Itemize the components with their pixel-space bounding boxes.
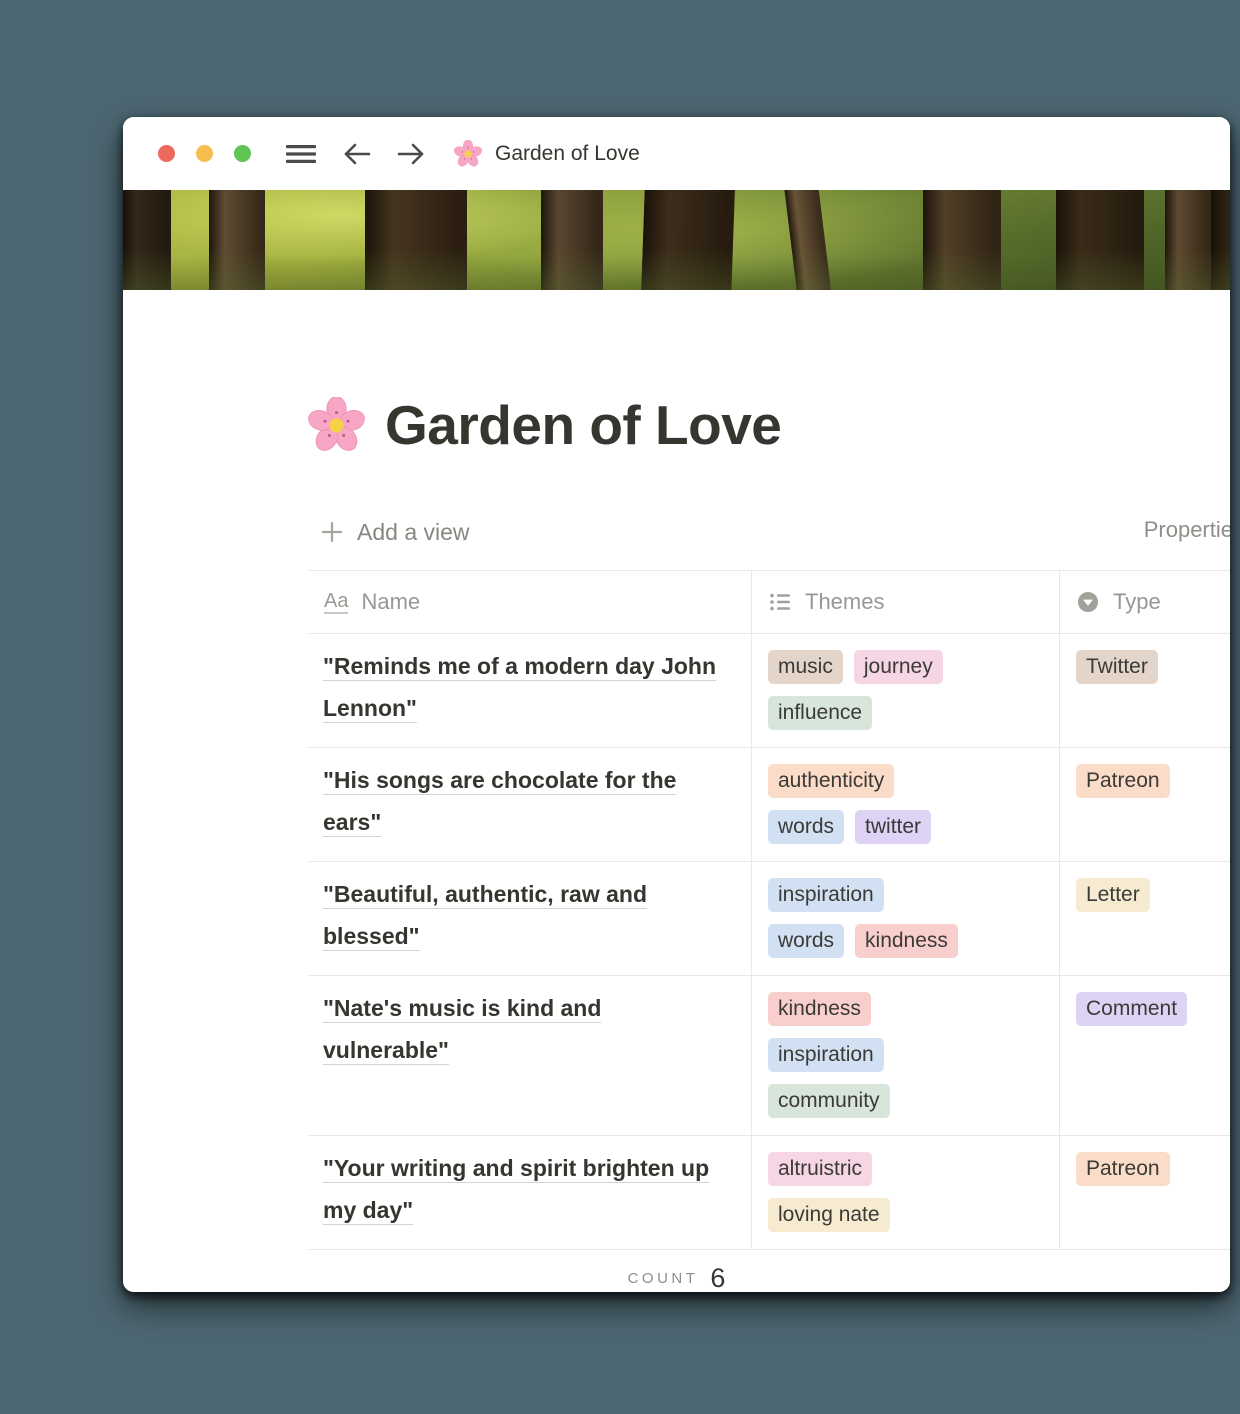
tag-Patreon[interactable]: Patreon (1076, 764, 1170, 798)
tree-trunk (1211, 190, 1230, 290)
properties-button[interactable]: Properties (1144, 517, 1230, 543)
table-row: "Beautiful, authentic, raw and blessed" … (308, 862, 1230, 976)
multiselect-property-icon (768, 590, 792, 614)
tag-twitter[interactable]: twitter (855, 810, 931, 844)
table-row: "His songs are chocolate for the ears" a… (308, 748, 1230, 862)
table-row: "Nate's music is kind and vulnerable" ki… (308, 976, 1230, 1136)
page-title: Garden of Love (308, 393, 1230, 457)
row-type-cell: Twitter (1060, 634, 1230, 747)
view-toolbar: Add a view Properties (308, 507, 1230, 557)
tag-words[interactable]: words (768, 924, 844, 958)
add-view-button[interactable]: Add a view (320, 519, 470, 546)
row-themes-cell: music journey influence (752, 634, 1060, 747)
traffic-lights (158, 145, 251, 162)
tree-trunk (1056, 190, 1144, 290)
tree-trunk (123, 190, 171, 290)
forward-arrow-icon[interactable] (396, 141, 426, 167)
row-name-cell: "Your writing and spirit brighten up my … (308, 1136, 752, 1249)
tag-Twitter[interactable]: Twitter (1076, 650, 1158, 684)
tree-trunk (1165, 190, 1211, 290)
page-title-text: Garden of Love (385, 393, 781, 457)
row-type-cell: Letter (1060, 862, 1230, 975)
tag-loving-nate[interactable]: loving nate (768, 1198, 890, 1232)
table-header-row: Aa Name Themes (308, 570, 1230, 634)
cover-image (123, 190, 1230, 290)
row-name-cell: "Nate's music is kind and vulnerable" (308, 976, 752, 1135)
tree-trunk (365, 190, 467, 290)
row-themes-cell: altruistric loving nate (752, 1136, 1060, 1249)
row-type-cell: Patreon (1060, 1136, 1230, 1249)
tag-inspiration[interactable]: inspiration (768, 878, 884, 912)
row-name-link[interactable]: "Beautiful, authentic, raw and blessed" (323, 881, 647, 949)
minimize-window-button[interactable] (196, 145, 213, 162)
back-arrow-icon[interactable] (342, 141, 372, 167)
database-table: Aa Name Themes (308, 570, 1230, 1292)
select-property-icon (1076, 590, 1100, 614)
page-content: Garden of Love Add a view Properties Aa … (123, 290, 1230, 1292)
count-value[interactable]: 6 (710, 1263, 725, 1293)
app-window: Garden of Love Garden of Love Ad (123, 117, 1230, 1292)
row-type-cell: Patreon (1060, 748, 1230, 861)
row-name-cell: "Reminds me of a modern day John Lennon" (308, 634, 752, 747)
tag-authenticity[interactable]: authenticity (768, 764, 894, 798)
add-view-label: Add a view (357, 519, 470, 546)
tree-trunk (641, 190, 735, 290)
tree-trunk (784, 190, 832, 290)
table-row: "Your writing and spirit brighten up my … (308, 1136, 1230, 1250)
row-name-cell: "Beautiful, authentic, raw and blessed" (308, 862, 752, 975)
column-header-label: Name (361, 589, 420, 615)
text-property-icon: Aa (324, 591, 348, 614)
tag-altruistric[interactable]: altruistric (768, 1152, 872, 1186)
tag-music[interactable]: music (768, 650, 843, 684)
row-name-link[interactable]: "Reminds me of a modern day John Lennon" (323, 653, 716, 721)
plus-icon (320, 520, 344, 544)
row-name-link[interactable]: "Your writing and spirit brighten up my … (323, 1155, 709, 1223)
tag-Comment[interactable]: Comment (1076, 992, 1187, 1026)
cherry-blossom-icon (308, 397, 365, 454)
zoom-window-button[interactable] (234, 145, 251, 162)
column-header-name[interactable]: Aa Name (308, 571, 752, 633)
tree-trunk (209, 190, 265, 290)
column-header-label: Type (1113, 589, 1161, 615)
column-header-themes[interactable]: Themes (752, 571, 1060, 633)
row-themes-cell: authenticity words twitter (752, 748, 1060, 861)
tree-trunk (541, 190, 603, 290)
window-title: Garden of Love (495, 142, 640, 166)
column-header-label: Themes (805, 589, 884, 615)
tag-influence[interactable]: influence (768, 696, 872, 730)
column-header-type[interactable]: Type (1060, 571, 1230, 633)
row-themes-cell: inspiration words kindness (752, 862, 1060, 975)
count-label[interactable]: COUNT (628, 1270, 699, 1287)
sidebar-menu-icon[interactable] (284, 142, 318, 166)
tag-inspiration[interactable]: inspiration (768, 1038, 884, 1072)
row-name-link[interactable]: "His songs are chocolate for the ears" (323, 767, 676, 835)
tag-words[interactable]: words (768, 810, 844, 844)
row-type-cell: Comment (1060, 976, 1230, 1135)
tag-kindness[interactable]: kindness (855, 924, 958, 958)
tree-trunk (923, 190, 1001, 290)
tag-community[interactable]: community (768, 1084, 890, 1118)
table-row: "Reminds me of a modern day John Lennon"… (308, 634, 1230, 748)
row-name-cell: "His songs are chocolate for the ears" (308, 748, 752, 861)
table-body: "Reminds me of a modern day John Lennon"… (308, 634, 1230, 1250)
row-name-link[interactable]: "Nate's music is kind and vulnerable" (323, 995, 601, 1063)
titlebar: Garden of Love (123, 117, 1230, 190)
table-footer: COUNT 6 (123, 1250, 1230, 1292)
tag-Patreon[interactable]: Patreon (1076, 1152, 1170, 1186)
tag-Letter[interactable]: Letter (1076, 878, 1150, 912)
tag-kindness[interactable]: kindness (768, 992, 871, 1026)
tag-journey[interactable]: journey (854, 650, 943, 684)
row-themes-cell: kindness inspiration community (752, 976, 1060, 1135)
close-window-button[interactable] (158, 145, 175, 162)
cherry-blossom-icon (454, 140, 482, 168)
